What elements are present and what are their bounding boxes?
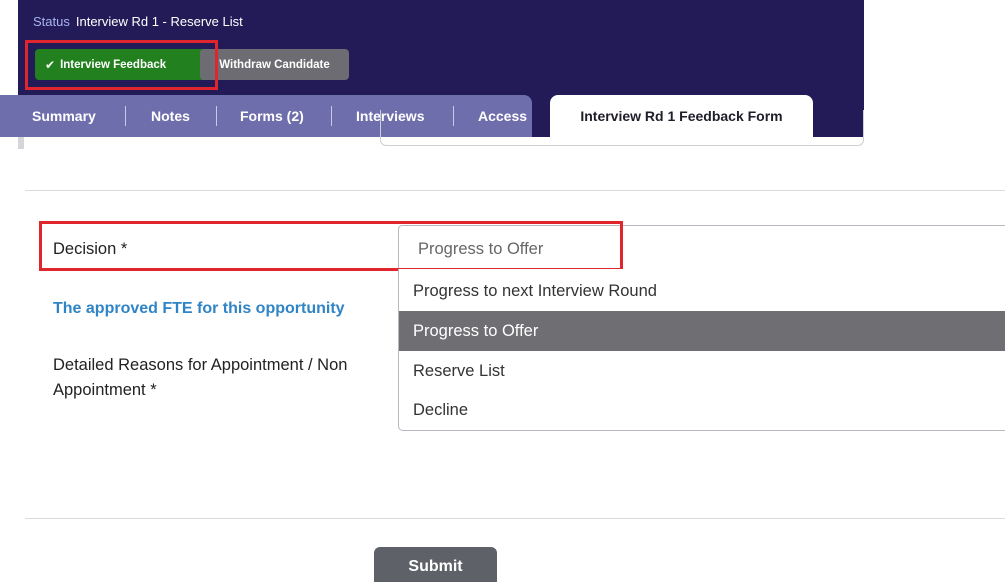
status-line: Status Interview Rd 1 - Reserve List xyxy=(33,14,243,29)
tab-forms[interactable]: Forms (2) xyxy=(240,95,304,137)
tab-summary[interactable]: Summary xyxy=(32,95,96,137)
tab-notes[interactable]: Notes xyxy=(151,95,190,137)
divider xyxy=(25,190,1005,191)
status-value: Interview Rd 1 - Reserve List xyxy=(75,14,243,29)
scroll-edge xyxy=(18,137,24,149)
feedback-button-highlight xyxy=(25,40,218,90)
tab-content-frame xyxy=(380,110,864,146)
fte-notice: The approved FTE for this opportunity xyxy=(53,300,345,317)
reasons-label: Detailed Reasons for Appointment / Non A… xyxy=(53,356,348,399)
status-label: Status xyxy=(33,14,70,29)
divider xyxy=(25,518,1005,519)
withdraw-candidate-button[interactable]: Withdraw Candidate xyxy=(200,49,349,80)
option-progress-to-offer[interactable]: Progress to Offer xyxy=(399,311,1005,351)
tab-separator xyxy=(331,106,332,126)
submit-button[interactable]: Submit xyxy=(374,547,497,582)
tab-separator xyxy=(216,106,217,126)
decision-highlight xyxy=(39,221,623,271)
option-reserve-list[interactable]: Reserve List xyxy=(399,351,1005,391)
option-progress-next-round[interactable]: Progress to next Interview Round xyxy=(399,271,1005,311)
option-decline[interactable]: Decline xyxy=(399,390,1005,430)
tab-separator xyxy=(125,106,126,126)
